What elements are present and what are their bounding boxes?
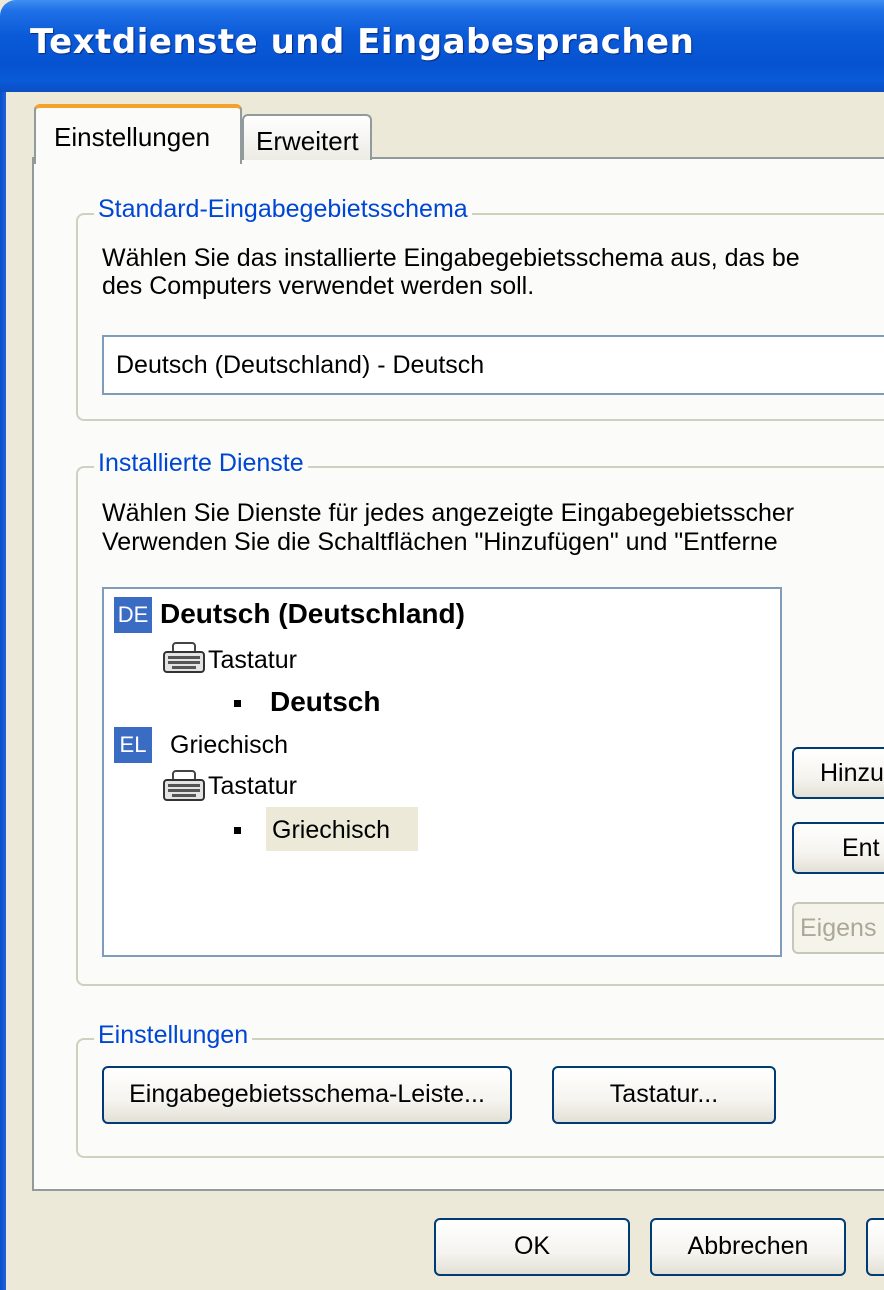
default-locale-description-2: des Computers verwendet werden soll. [102, 272, 535, 300]
properties-button[interactable]: Eigens [792, 902, 884, 954]
installed-services-description-2: Verwenden Sie die Schaltflächen "Hinzufü… [102, 528, 778, 556]
cancel-button[interactable]: Abbrechen [650, 1218, 846, 1276]
default-locale-value: Deutsch (Deutschland) - Deutsch [116, 351, 485, 379]
tab-einstellungen[interactable]: Einstellungen [34, 104, 242, 164]
tree-item-tastatur-el[interactable]: Tastatur [208, 771, 297, 801]
title-bar: Textdienste und Eingabesprachen [0, 0, 884, 92]
language-bar-button[interactable]: Eingabegebietsschema-Leiste... [102, 1066, 512, 1124]
keyboard-settings-button-label: Tastatur... [609, 1080, 719, 1108]
keyboard-icon [163, 770, 205, 801]
add-button-label: Hinzu [820, 759, 884, 787]
settings-legend: Einstellungen [94, 1021, 253, 1050]
installed-services-description-1: Wählen Sie Dienste für jedes angezeigte … [102, 499, 795, 527]
keyboard-settings-button[interactable]: Tastatur... [552, 1066, 776, 1124]
tree-item-deutsch-deutschland[interactable]: Deutsch (Deutschland) [160, 599, 465, 629]
default-locale-description-1: Wählen Sie das installierte Eingabegebie… [102, 244, 800, 272]
language-bar-button-label: Eingabegebietsschema-Leiste... [129, 1080, 485, 1108]
installed-services-tree[interactable]: DE Deutsch (Deutschland) Tastatur Deutsc… [102, 587, 782, 957]
bullet-icon [234, 700, 241, 707]
tree-item-layout-deutsch[interactable]: Deutsch [270, 687, 380, 717]
remove-button[interactable]: Ent [792, 822, 884, 874]
tree-item-layout-griechisch[interactable]: Griechisch [272, 815, 390, 845]
properties-button-label: Eigens [800, 914, 877, 942]
apply-button[interactable] [866, 1218, 884, 1276]
tree-item-tastatur-de[interactable]: Tastatur [208, 645, 297, 675]
default-locale-combobox[interactable]: Deutsch (Deutschland) - Deutsch [102, 335, 884, 395]
installed-services-legend: Installierte Dienste [94, 449, 308, 478]
tab-label: Einstellungen [54, 122, 211, 152]
cancel-button-label: Abbrechen [687, 1232, 809, 1260]
remove-button-label: Ent [842, 834, 880, 862]
window-frame-left [0, 92, 6, 1290]
language-badge-el: EL [114, 727, 152, 763]
ok-button[interactable]: OK [434, 1218, 630, 1276]
language-badge-de: DE [114, 597, 152, 633]
ok-button-label: OK [513, 1232, 551, 1260]
keyboard-icon [163, 642, 205, 673]
tree-item-griechisch[interactable]: Griechisch [170, 730, 288, 760]
tab-label: Erweitert [256, 126, 359, 156]
bullet-icon [234, 827, 241, 834]
default-locale-legend: Standard-Eingabegebietsschema [94, 195, 472, 224]
tab-erweitert[interactable]: Erweitert [242, 114, 372, 160]
window-title: Textdienste und Eingabesprachen [30, 22, 695, 62]
add-button[interactable]: Hinzu [792, 747, 884, 799]
